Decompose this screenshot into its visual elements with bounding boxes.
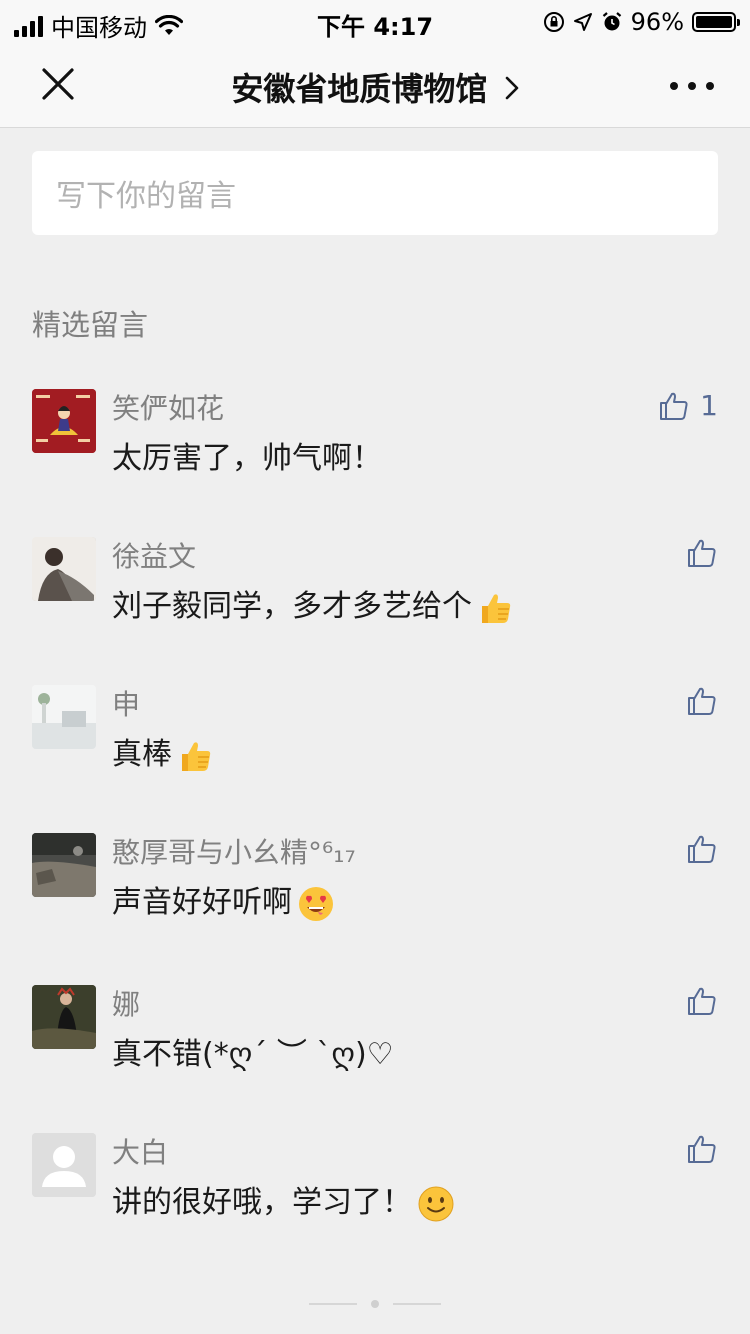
end-dot [371, 1300, 379, 1308]
default-avatar-icon [32, 1133, 96, 1197]
rotation-lock-icon [543, 12, 564, 32]
avatar-illustration [32, 389, 96, 453]
avatar[interactable] [32, 685, 96, 749]
more-icon-dot [706, 82, 714, 90]
avatar[interactable] [32, 833, 96, 897]
like-button[interactable] [686, 685, 718, 717]
section-title: 精选留言 [32, 308, 149, 342]
comment-author[interactable]: 大白 [112, 1131, 168, 1171]
like-button[interactable] [686, 537, 718, 569]
battery-icon [692, 12, 740, 32]
status-bar: 中国移动 下午 4:17 96% [0, 0, 750, 44]
comment-author[interactable]: 憨厚哥与小幺精°⁶₁₇ [112, 831, 356, 871]
avatar[interactable] [32, 389, 96, 453]
more-icon-dot [670, 82, 678, 90]
comment-author[interactable]: 徐益文 [112, 535, 196, 575]
comment-text: 真棒 [112, 737, 172, 772]
comment-author-suffix: °⁶₁₇ [308, 836, 356, 869]
thumbs-up-icon [688, 1135, 716, 1163]
comment-text: 真不错(*ღ´ ︶ `ღ)♡ [112, 1037, 394, 1072]
avatar-photo [32, 985, 96, 1049]
like-button[interactable]: 1 [658, 389, 718, 422]
battery-percent: 96% [630, 8, 684, 36]
comment-text: 刘子毅同学，多才多艺给个 [112, 589, 472, 624]
comment-author[interactable]: 笑俨如花 [112, 387, 224, 427]
status-right: 96% [543, 8, 740, 36]
comment-item: 憨厚哥与小幺精°⁶₁₇ 声音好好听啊 [32, 833, 718, 943]
more-icon-dot [688, 82, 696, 90]
comment-item: 徐益文 刘子毅同学，多才多艺给个 [32, 537, 718, 647]
comment-text: 讲的很好哦，学习了！ [112, 1185, 412, 1220]
comment-author[interactable]: 娜 [112, 983, 140, 1023]
nav-bar: 安徽省地质博物馆 [0, 44, 750, 128]
avatar[interactable] [32, 985, 96, 1049]
like-button[interactable] [686, 985, 718, 1017]
divider [393, 1303, 441, 1305]
account-title-link[interactable]: 安徽省地质博物馆 [0, 64, 750, 110]
comment-text: 声音好好听啊 [112, 885, 292, 920]
thumbs-up-emoji-icon [482, 593, 511, 623]
thumbs-up-icon [688, 687, 716, 715]
comment-item: 大白 讲的很好哦，学习了！ [32, 1133, 718, 1243]
like-button[interactable] [686, 833, 718, 865]
comment-text-row: 真棒 [112, 729, 214, 775]
comment-text-row: 刘子毅同学，多才多艺给个 [112, 581, 514, 627]
comment-text-row: 讲的很好哦，学习了！ [112, 1177, 456, 1224]
avatar-photo [32, 833, 96, 897]
thumbs-up-icon [688, 835, 716, 863]
comment-text-row: 声音好好听啊 [112, 877, 336, 924]
thumbs-up-icon [660, 392, 688, 420]
comment-author[interactable]: 申 [112, 683, 140, 723]
like-button[interactable] [686, 1133, 718, 1165]
alarm-icon [602, 12, 621, 31]
avatar-photo [32, 685, 96, 749]
avatar[interactable] [32, 1133, 96, 1197]
like-count: 1 [700, 389, 718, 422]
more-button[interactable] [670, 68, 714, 104]
comment-author-name: 憨厚哥与小幺精 [112, 836, 309, 869]
thumbs-up-icon [688, 539, 716, 567]
heart-eyes-emoji-icon [299, 886, 333, 921]
thumbs-up-icon [688, 987, 716, 1015]
comment-item: 娜 真不错(*ღ´ ︶ `ღ)♡ [32, 985, 718, 1095]
avatar[interactable] [32, 537, 96, 601]
page-title: 安徽省地质博物馆 [231, 70, 488, 108]
comment-text: 太厉害了，帅气啊！ [112, 441, 382, 476]
avatar-photo [32, 537, 96, 601]
chevron-right-icon [505, 76, 518, 100]
thumbs-up-emoji-icon [182, 741, 211, 771]
smile-emoji-icon [418, 1186, 454, 1221]
location-icon [573, 13, 592, 31]
comment-input-placeholder: 写下你的留言 [56, 179, 236, 214]
end-of-list-indicator [0, 1300, 750, 1308]
comment-item: 申 真棒 [32, 685, 718, 795]
comment-input[interactable]: 写下你的留言 [32, 151, 718, 235]
comment-item: 笑俨如花 太厉害了，帅气啊！ 1 [32, 389, 718, 499]
divider [309, 1303, 357, 1305]
